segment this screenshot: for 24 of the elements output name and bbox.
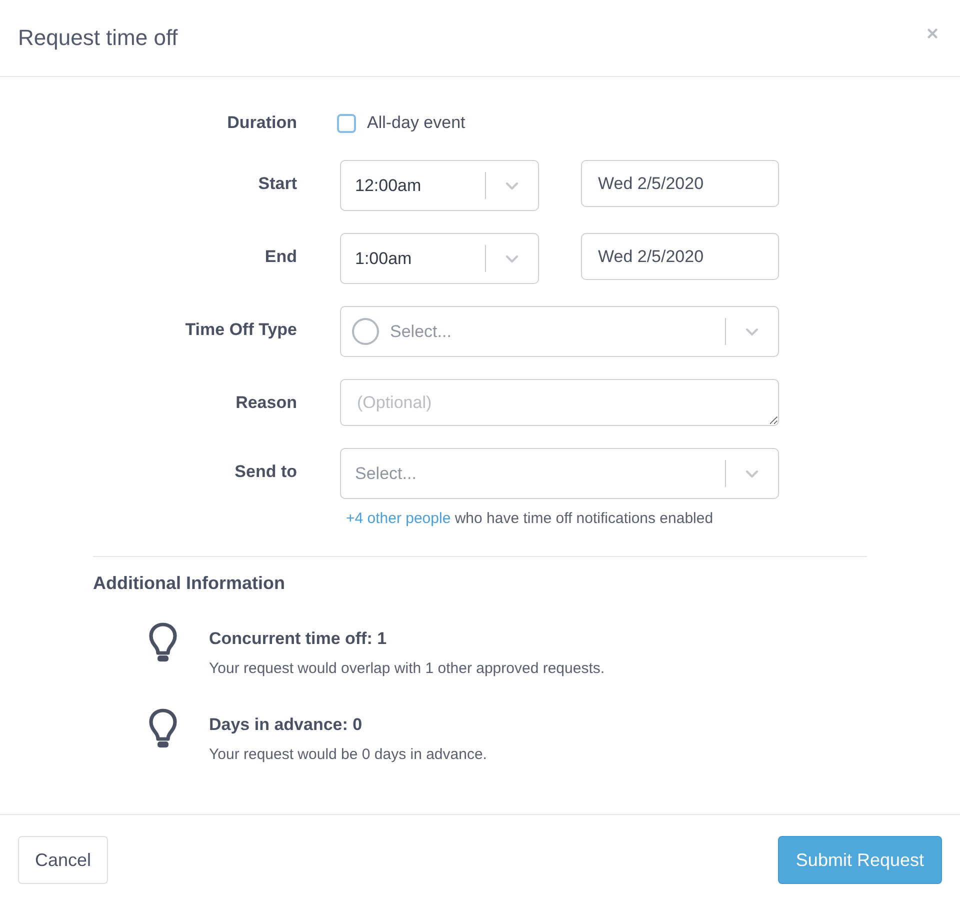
time-select[interactable]: 12:00am: [340, 160, 539, 211]
close-icon: [924, 26, 940, 40]
time-select[interactable]: 1:00am: [340, 233, 539, 284]
field-label: Time Off Type: [185, 318, 297, 341]
info-title: Concurrent time off: 1: [209, 628, 387, 650]
field-label: Start: [258, 172, 297, 195]
checkbox-label: All-day event: [367, 112, 466, 134]
section-heading: Additional Information: [93, 572, 285, 594]
info-title: Days in advance: 0: [209, 714, 362, 736]
date-input[interactable]: Wed 2/5/2020: [581, 160, 779, 207]
field-label: Duration: [227, 112, 297, 134]
lightbulb-icon: [148, 708, 178, 749]
info-text: Your request would overlap with 1 other approved requests.: [209, 659, 605, 678]
field-label: Send to: [234, 460, 297, 483]
lightbulb-icon: [148, 622, 178, 663]
field-label: End: [264, 246, 297, 268]
info-text: Your request would be 0 days in advance.: [209, 745, 487, 764]
dialog-title: Request time off: [18, 24, 178, 52]
notification-note: +4 other people who have time off notifications enabled: [346, 509, 714, 529]
all-day-checkbox[interactable]: [337, 114, 356, 132]
cancel-button[interactable]: Cancel: [18, 836, 108, 884]
reason-field[interactable]: (Optional): [340, 379, 779, 426]
field-label: Reason: [236, 392, 297, 414]
date-input[interactable]: Wed 2/5/2020: [581, 233, 779, 280]
